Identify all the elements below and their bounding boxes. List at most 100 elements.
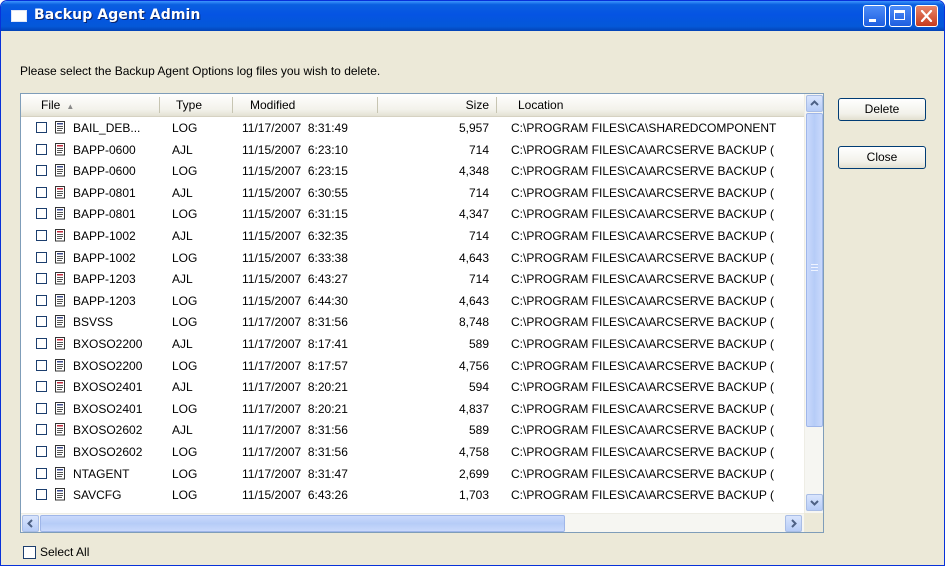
row-checkbox[interactable]	[36, 143, 47, 155]
log-file-icon	[54, 444, 67, 461]
cell-modified: 11/15/2007 6:23:10	[242, 142, 348, 157]
scroll-left-button[interactable]	[22, 515, 39, 532]
scroll-up-button[interactable]	[806, 95, 823, 112]
cell-file: BAPP-1002	[73, 228, 136, 243]
cell-type: LOG	[172, 250, 198, 265]
row-checkbox[interactable]	[36, 186, 47, 198]
select-all-checkbox[interactable]	[23, 546, 36, 559]
cell-location: C:\PROGRAM FILES\CA\ARCSERVE BACKUP (	[511, 272, 774, 287]
cell-size: 594	[468, 380, 489, 395]
row-checkbox[interactable]	[36, 273, 47, 285]
row-checkbox[interactable]	[36, 445, 47, 457]
maximize-icon[interactable]	[889, 5, 912, 27]
column-divider[interactable]	[232, 97, 233, 113]
table-row[interactable]: BXOSO2200 AJL 11/17/2007 8:17:41 589 C:\PROG…	[21, 333, 805, 355]
cell-modified: 11/15/2007 6:32:35	[242, 228, 348, 243]
row-checkbox[interactable]	[36, 251, 47, 263]
cell-file: BXOSO2401	[73, 401, 143, 416]
column-divider[interactable]	[159, 97, 160, 113]
table-row[interactable]: BSVSS LOG 11/17/2007 8:31:56 8,748 C:\PROGRA…	[21, 311, 805, 333]
table-row[interactable]: BXOSO2602 AJL 11/17/2007 8:31:56 589 C:\PROG…	[21, 419, 805, 441]
table-row[interactable]: BAIL_DEB... LOG 11/17/2007 8:31:49 5,957 C:\…	[21, 117, 805, 139]
row-checkbox[interactable]	[36, 316, 47, 328]
row-checkbox[interactable]	[36, 337, 47, 349]
vertical-scrollbar[interactable]	[804, 94, 823, 513]
vertical-scroll-thumb[interactable]	[806, 113, 823, 427]
table-row[interactable]: BAPP-0600 LOG 11/15/2007 6:23:15 4,348 C:\PR…	[21, 160, 805, 182]
table-row[interactable]: BAPP-1002 AJL 11/15/2007 6:32:35 714 C:\PROG…	[21, 225, 805, 247]
cell-type: LOG	[172, 293, 198, 308]
cell-modified: 11/15/2007 6:23:15	[242, 164, 348, 179]
cell-type: AJL	[172, 423, 193, 438]
row-checkbox[interactable]	[36, 229, 47, 241]
horizontal-scrollbar[interactable]	[21, 513, 804, 532]
close-button[interactable]: Close	[838, 146, 926, 169]
cell-location: C:\PROGRAM FILES\CA\ARCSERVE BACKUP (	[511, 423, 774, 438]
table-row[interactable]: BXOSO2200 LOG 11/17/2007 8:17:57 4,756 C:\PR…	[21, 355, 805, 377]
grip-line	[811, 270, 818, 271]
cell-file: BXOSO2602	[73, 444, 143, 459]
column-header-type[interactable]: Type	[176, 98, 202, 112]
instructions-text: Please select the Backup Agent Options l…	[20, 64, 381, 78]
row-checkbox[interactable]	[36, 381, 47, 393]
cell-file: BAPP-0600	[73, 164, 136, 179]
table-row[interactable]: BXOSO2401 LOG 11/17/2007 8:20:21 4,837 C:\PR…	[21, 398, 805, 420]
row-checkbox[interactable]	[36, 294, 47, 306]
cell-file: BAIL_DEB...	[73, 121, 141, 135]
cell-file: BXOSO2200	[73, 336, 143, 351]
title-bar[interactable]: Backup Agent Admin	[1, 1, 944, 31]
cell-location: C:\PROGRAM FILES\CA\ARCSERVE BACKUP (	[511, 207, 774, 222]
cell-modified: 11/15/2007 6:43:27	[242, 272, 348, 287]
column-header-file[interactable]: File ▲	[41, 98, 74, 112]
log-file-list[interactable]: File ▲ Type Modified Size Location BAIL_D…	[20, 93, 824, 533]
cell-size: 589	[468, 423, 489, 438]
cell-type: LOG	[172, 466, 198, 481]
row-checkbox[interactable]	[36, 489, 47, 501]
table-row[interactable]: NTAGENT LOG 11/17/2007 8:31:47 2,699 C:\PROG…	[21, 463, 805, 485]
cell-type: AJL	[172, 336, 193, 351]
table-row[interactable]: BAPP-0801 LOG 11/15/2007 6:31:15 4,347 C:\PR…	[21, 203, 805, 225]
cell-type: AJL	[172, 380, 193, 395]
horizontal-scroll-thumb[interactable]	[40, 515, 565, 532]
table-row[interactable]: BAPP-1203 AJL 11/15/2007 6:43:27 714 C:\PROG…	[21, 268, 805, 290]
delete-button[interactable]: Delete	[838, 98, 926, 121]
row-checkbox[interactable]	[36, 424, 47, 436]
table-row[interactable]: BAPP-0801 AJL 11/15/2007 6:30:55 714 C:\PROG…	[21, 182, 805, 204]
column-divider[interactable]	[496, 97, 497, 113]
cell-file: BAPP-0600	[73, 142, 136, 157]
list-rows: BAIL_DEB... LOG 11/17/2007 8:31:49 5,957 C:\…	[21, 117, 805, 506]
row-checkbox[interactable]	[36, 402, 47, 414]
cell-file: BXOSO2401	[73, 380, 143, 395]
close-icon[interactable]	[915, 5, 938, 27]
column-divider[interactable]	[377, 97, 378, 113]
column-header-modified[interactable]: Modified	[250, 98, 295, 112]
cell-size: 1,703	[458, 488, 489, 503]
row-checkbox[interactable]	[36, 359, 47, 371]
column-header-location[interactable]: Location	[518, 98, 563, 112]
row-checkbox[interactable]	[36, 467, 47, 479]
cell-type: AJL	[172, 272, 193, 287]
cell-location: C:\PROGRAM FILES\CA\ARCSERVE BACKUP (	[511, 250, 774, 265]
row-checkbox[interactable]	[36, 122, 47, 133]
ajl-file-icon	[54, 142, 67, 159]
column-header-size[interactable]: Size	[401, 98, 489, 112]
cell-type: LOG	[172, 121, 198, 135]
table-row[interactable]: BXOSO2602 LOG 11/17/2007 8:31:56 4,758 C:\PR…	[21, 441, 805, 463]
table-row[interactable]: BAPP-0600 AJL 11/15/2007 6:23:10 714 C:\PROG…	[21, 139, 805, 161]
cell-size: 714	[468, 272, 489, 287]
cell-file: NTAGENT	[73, 466, 130, 481]
scroll-right-button[interactable]	[785, 515, 802, 532]
row-checkbox[interactable]	[36, 165, 47, 177]
cell-modified: 11/15/2007 6:43:26	[242, 488, 348, 503]
table-row[interactable]: BXOSO2401 AJL 11/17/2007 8:20:21 594 C:\PROG…	[21, 376, 805, 398]
scroll-down-button[interactable]	[806, 494, 823, 511]
table-row[interactable]: BAPP-1002 LOG 11/15/2007 6:33:38 4,643 C:\PR…	[21, 247, 805, 269]
table-row[interactable]: BAPP-1203 LOG 11/15/2007 6:44:30 4,643 C:\PR…	[21, 290, 805, 312]
minimize-icon[interactable]	[863, 5, 886, 27]
cell-location: C:\PROGRAM FILES\CA\ARCSERVE BACKUP (	[511, 380, 774, 395]
window-title: Backup Agent Admin	[34, 7, 201, 23]
table-row[interactable]: SAVCFG LOG 11/15/2007 6:43:26 1,703 C:\PROGR…	[21, 484, 805, 506]
row-checkbox[interactable]	[36, 208, 47, 220]
cell-location: C:\PROGRAM FILES\CA\ARCSERVE BACKUP (	[511, 466, 774, 481]
cell-modified: 11/17/2007 8:31:56	[242, 315, 348, 330]
